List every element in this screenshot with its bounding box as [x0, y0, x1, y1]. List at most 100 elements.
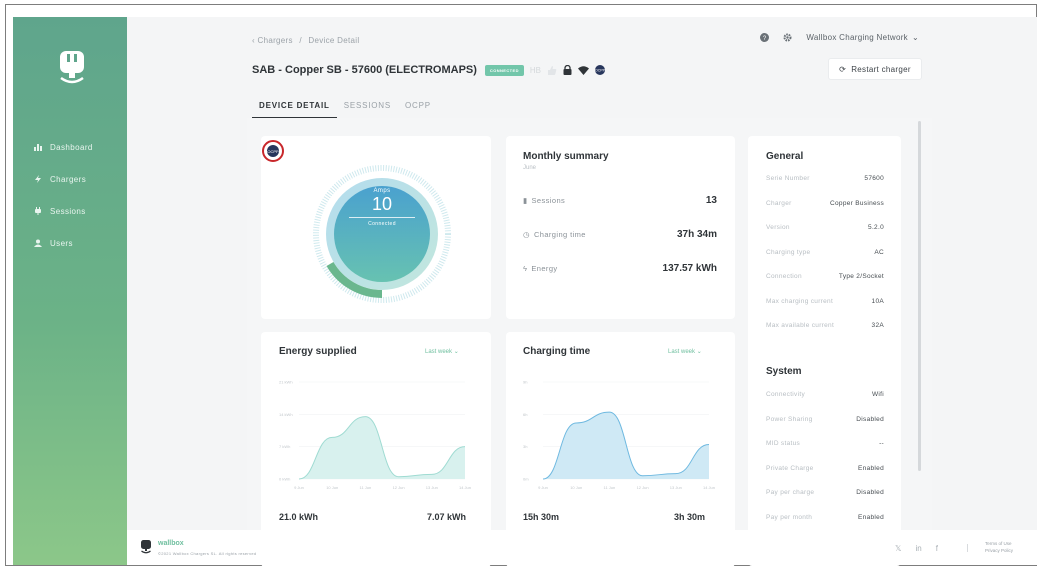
data-point[interactable] — [575, 422, 577, 424]
system-row-value: Disabled — [856, 415, 884, 423]
user-icon — [34, 239, 42, 247]
svg-text:OCPP: OCPP — [595, 69, 605, 73]
energy-total-right: 7.07 kWh — [427, 512, 467, 522]
general-row-value: Type 2/Socket — [838, 273, 884, 280]
bolt-icon: ϟ — [523, 264, 528, 273]
system-row-key: Power Sharing — [766, 415, 813, 423]
refresh-icon: ⟳ — [839, 64, 847, 74]
privacy-link[interactable]: Privacy Policy — [985, 547, 1013, 554]
energy-total-left: 21.0 kWh — [279, 512, 319, 522]
general-row: Version 5.2.0 — [766, 224, 884, 231]
sidebar-item-users[interactable]: Users — [13, 227, 127, 259]
data-point[interactable] — [675, 473, 677, 475]
twitter-icon[interactable]: 𝕏 — [895, 544, 901, 553]
thumbs-up-icon — [547, 66, 557, 75]
x-tick-label: 9 Jun — [294, 485, 304, 490]
data-point[interactable] — [642, 475, 644, 477]
ocpp-badge[interactable]: OCPP — [262, 140, 284, 162]
data-point[interactable] — [398, 476, 400, 478]
charging-time-value: 37h 34m — [676, 229, 717, 240]
general-row-key: Connection — [766, 273, 802, 280]
data-point[interactable] — [431, 474, 433, 476]
system-row: Pay per month Enabled — [766, 514, 884, 521]
data-point[interactable] — [708, 444, 710, 446]
data-point[interactable] — [464, 446, 466, 448]
status-badge: CONNECTED — [484, 64, 524, 76]
sidebar-item-chargers[interactable]: Chargers — [13, 163, 127, 195]
chevron-down-icon: ⌄ — [696, 349, 702, 355]
x-tick-label: 14 Jun — [459, 485, 471, 490]
charging-total-left: 15h 30m — [523, 512, 560, 522]
energy-range-dropdown[interactable]: Last week ⌄ — [425, 348, 459, 355]
charging-range-label: Last week — [668, 349, 696, 355]
x-tick-label: 12 Jun — [393, 485, 405, 490]
tab-sessions[interactable]: SESSIONS — [337, 97, 398, 119]
x-tick-label: 14 Jun — [703, 485, 715, 490]
general-row-value: Copper Business — [830, 199, 884, 207]
breadcrumb-parent[interactable]: Chargers — [258, 36, 293, 45]
gauge-status: Connected — [368, 221, 396, 227]
chevron-down-icon: ⌄ — [453, 349, 459, 355]
ocpp-badge-icon: OCPP — [267, 145, 279, 157]
footer-links: Terms of Use Privacy Policy — [985, 540, 1013, 554]
network-selector[interactable]: Wallbox Charging Network ⌄ — [806, 33, 919, 42]
monthly-summary-card — [506, 136, 735, 319]
x-tick-label: 12 Jun — [637, 485, 649, 490]
x-tick-label: 10 Jun — [326, 485, 338, 490]
data-point[interactable] — [298, 478, 300, 480]
linkedin-icon[interactable]: in — [915, 544, 921, 553]
data-point[interactable] — [609, 411, 611, 413]
y-tick-label: 0m — [523, 477, 529, 482]
system-row-key: Pay per month — [766, 513, 813, 521]
system-row-key: Private Charge — [766, 464, 814, 472]
help-icon[interactable]: ? — [760, 33, 770, 42]
system-row: MID status -- — [766, 440, 884, 447]
monthly-row-sessions: ▮ Sessions 13 — [523, 195, 717, 206]
facebook-icon[interactable]: f — [936, 544, 938, 553]
data-point[interactable] — [542, 478, 544, 480]
monthly-row-energy: ϟ Energy 137.57 kWh — [523, 263, 717, 274]
sidebar-item-dashboard[interactable]: Dashboard — [13, 131, 127, 163]
y-tick-label: 7 kWh — [279, 444, 290, 449]
y-tick-label: 3h — [523, 444, 527, 449]
system-row: Connectivity Wifi — [766, 391, 884, 398]
data-point[interactable] — [365, 416, 367, 418]
monthly-row-label: ϟ Energy — [523, 264, 558, 273]
tab-device-detail[interactable]: DEVICE DETAIL — [252, 97, 337, 119]
general-row-value: AC — [874, 248, 884, 256]
energy-value: 137.57 kWh — [662, 263, 717, 274]
restart-charger-button[interactable]: ⟳ Restart charger — [828, 58, 922, 80]
general-row: Connection Type 2/Socket — [766, 273, 884, 280]
charging-range-dropdown[interactable]: Last week ⌄ — [668, 348, 702, 355]
tab-ocpp[interactable]: OCPP — [398, 97, 438, 119]
system-row-key: Connectivity — [766, 391, 806, 398]
general-row-value: 32A — [871, 322, 884, 329]
y-tick-label: 9h — [523, 380, 527, 385]
y-tick-label: 0 kWh — [279, 477, 290, 482]
x-tick-label: 11 Jun — [360, 485, 372, 490]
bar-chart-icon — [34, 144, 42, 151]
gear-icon[interactable] — [783, 33, 792, 42]
wallbox-logo[interactable] — [59, 50, 85, 86]
sidebar-item-sessions[interactable]: Sessions — [13, 195, 127, 227]
bolt-icon — [35, 175, 41, 183]
plug-icon: ▮ — [523, 196, 528, 205]
breadcrumb-current: Device Detail — [308, 36, 360, 45]
x-tick-label: 9 Jun — [538, 485, 548, 490]
scrollbar-thumb[interactable] — [918, 121, 921, 471]
general-row: Max charging current 10A — [766, 298, 884, 305]
back-chevron-icon[interactable]: ‹ — [252, 36, 255, 45]
terms-link[interactable]: Terms of Use — [985, 540, 1013, 547]
system-row-key: Pay per charge — [766, 489, 815, 496]
general-row-value: 57600 — [864, 175, 884, 182]
general-row-value: 10A — [871, 297, 884, 305]
breadcrumb: ‹ Chargers / Device Detail — [252, 36, 359, 45]
general-row-key: Max available current — [766, 322, 835, 329]
general-row: Max available current 32A — [766, 322, 884, 329]
y-tick-label: 6h — [523, 412, 527, 417]
charging-time-label: Charging time — [533, 230, 586, 239]
system-row: Private Charge Enabled — [766, 465, 884, 472]
data-point[interactable] — [331, 437, 333, 439]
clock-icon: ◷ — [523, 230, 530, 239]
charging-time-chart: 0m 3h 6h 9h 9 Jun 10 Jun 11 Jun 12 Jun 13 Jun 14 … — [523, 380, 715, 491]
